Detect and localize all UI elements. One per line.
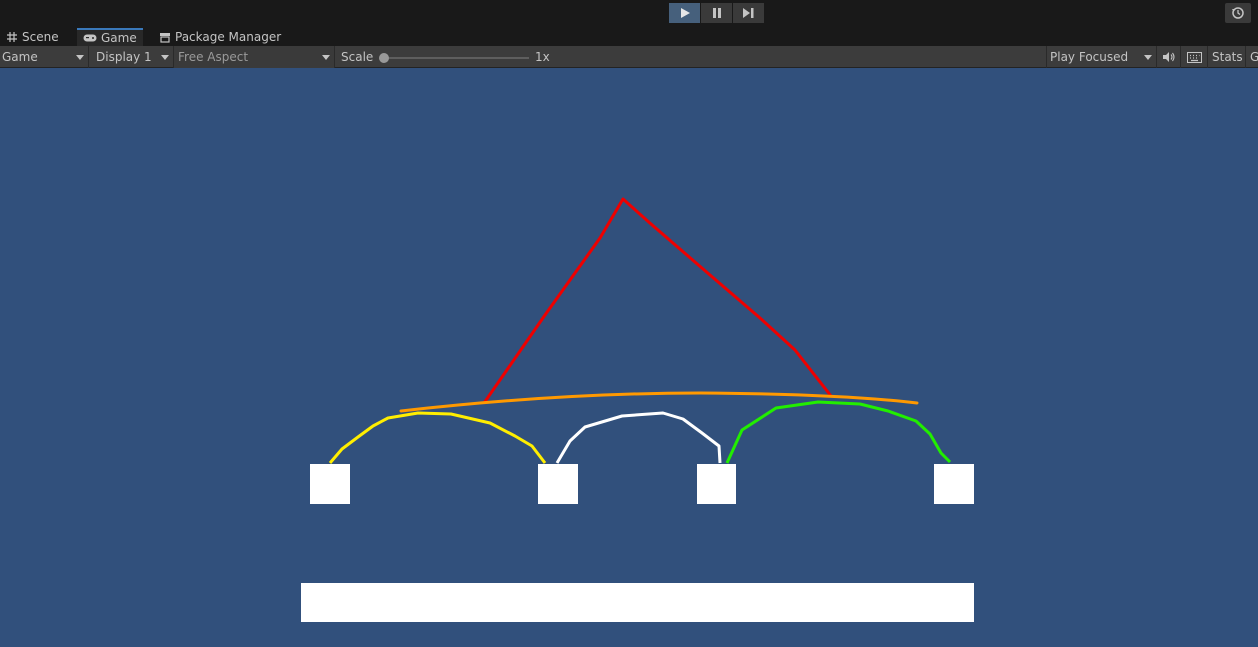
tab-bar: Scene Game Package Manager [0, 27, 1258, 46]
gizmos-label: G [1250, 50, 1258, 64]
play-mode-value: Play Focused [1050, 50, 1129, 64]
history-icon [1232, 7, 1244, 19]
block-3 [697, 464, 736, 504]
yellow-curve [328, 411, 547, 464]
block-2 [538, 464, 578, 504]
white-curve [555, 411, 722, 464]
step-button[interactable] [733, 3, 765, 23]
game-toolbar: Game Display 1 Free Aspect Scale 1x Play… [0, 46, 1258, 68]
package-icon [159, 31, 171, 43]
pause-button[interactable] [701, 3, 733, 23]
ground-platform [301, 583, 974, 622]
play-controls [669, 3, 765, 23]
tab-game[interactable]: Game [77, 28, 143, 46]
chevron-down-icon [1144, 55, 1152, 60]
history-button[interactable] [1225, 3, 1251, 23]
scale-slider-track[interactable] [383, 57, 529, 59]
display-select-value: Display 1 [96, 50, 152, 64]
block-1 [310, 464, 350, 504]
tab-scene[interactable]: Scene [0, 28, 65, 46]
play-button[interactable] [669, 3, 701, 23]
scale-slider-thumb[interactable] [379, 53, 389, 63]
step-icon [742, 8, 753, 18]
chevron-down-icon [76, 55, 84, 60]
tab-label: Package Manager [175, 30, 282, 44]
aspect-select-value: Free Aspect [178, 50, 249, 64]
tab-package-manager[interactable]: Package Manager [153, 28, 287, 46]
red-curve [482, 197, 833, 404]
speaker-icon [1162, 52, 1175, 62]
game-render [301, 197, 974, 622]
chevron-down-icon [322, 55, 330, 60]
block-4 [934, 464, 974, 504]
grid-icon [6, 31, 18, 43]
keyboard-icon [1186, 51, 1202, 63]
tab-label: Scene [22, 30, 59, 44]
view-select-value: Game [2, 50, 38, 64]
view-select[interactable]: Game [0, 46, 89, 68]
shortcuts-button[interactable] [1181, 46, 1208, 68]
gizmos-button[interactable]: G [1246, 46, 1258, 68]
green-curve [725, 400, 952, 464]
stats-button[interactable]: Stats [1208, 46, 1246, 68]
pause-icon [712, 8, 721, 18]
scale-value: 1x [535, 50, 550, 64]
display-select[interactable]: Display 1 [89, 46, 174, 68]
game-view[interactable] [0, 68, 1258, 647]
stats-label: Stats [1212, 50, 1243, 64]
play-icon [680, 8, 690, 18]
mute-audio-button[interactable] [1157, 46, 1181, 68]
gamepad-icon [83, 33, 97, 43]
tab-label: Game [101, 31, 137, 45]
play-mode-select[interactable]: Play Focused [1047, 46, 1157, 68]
play-bar [0, 0, 1258, 27]
chevron-down-icon [161, 55, 169, 60]
scale-label: Scale [341, 50, 374, 64]
aspect-select[interactable]: Free Aspect [174, 46, 335, 68]
